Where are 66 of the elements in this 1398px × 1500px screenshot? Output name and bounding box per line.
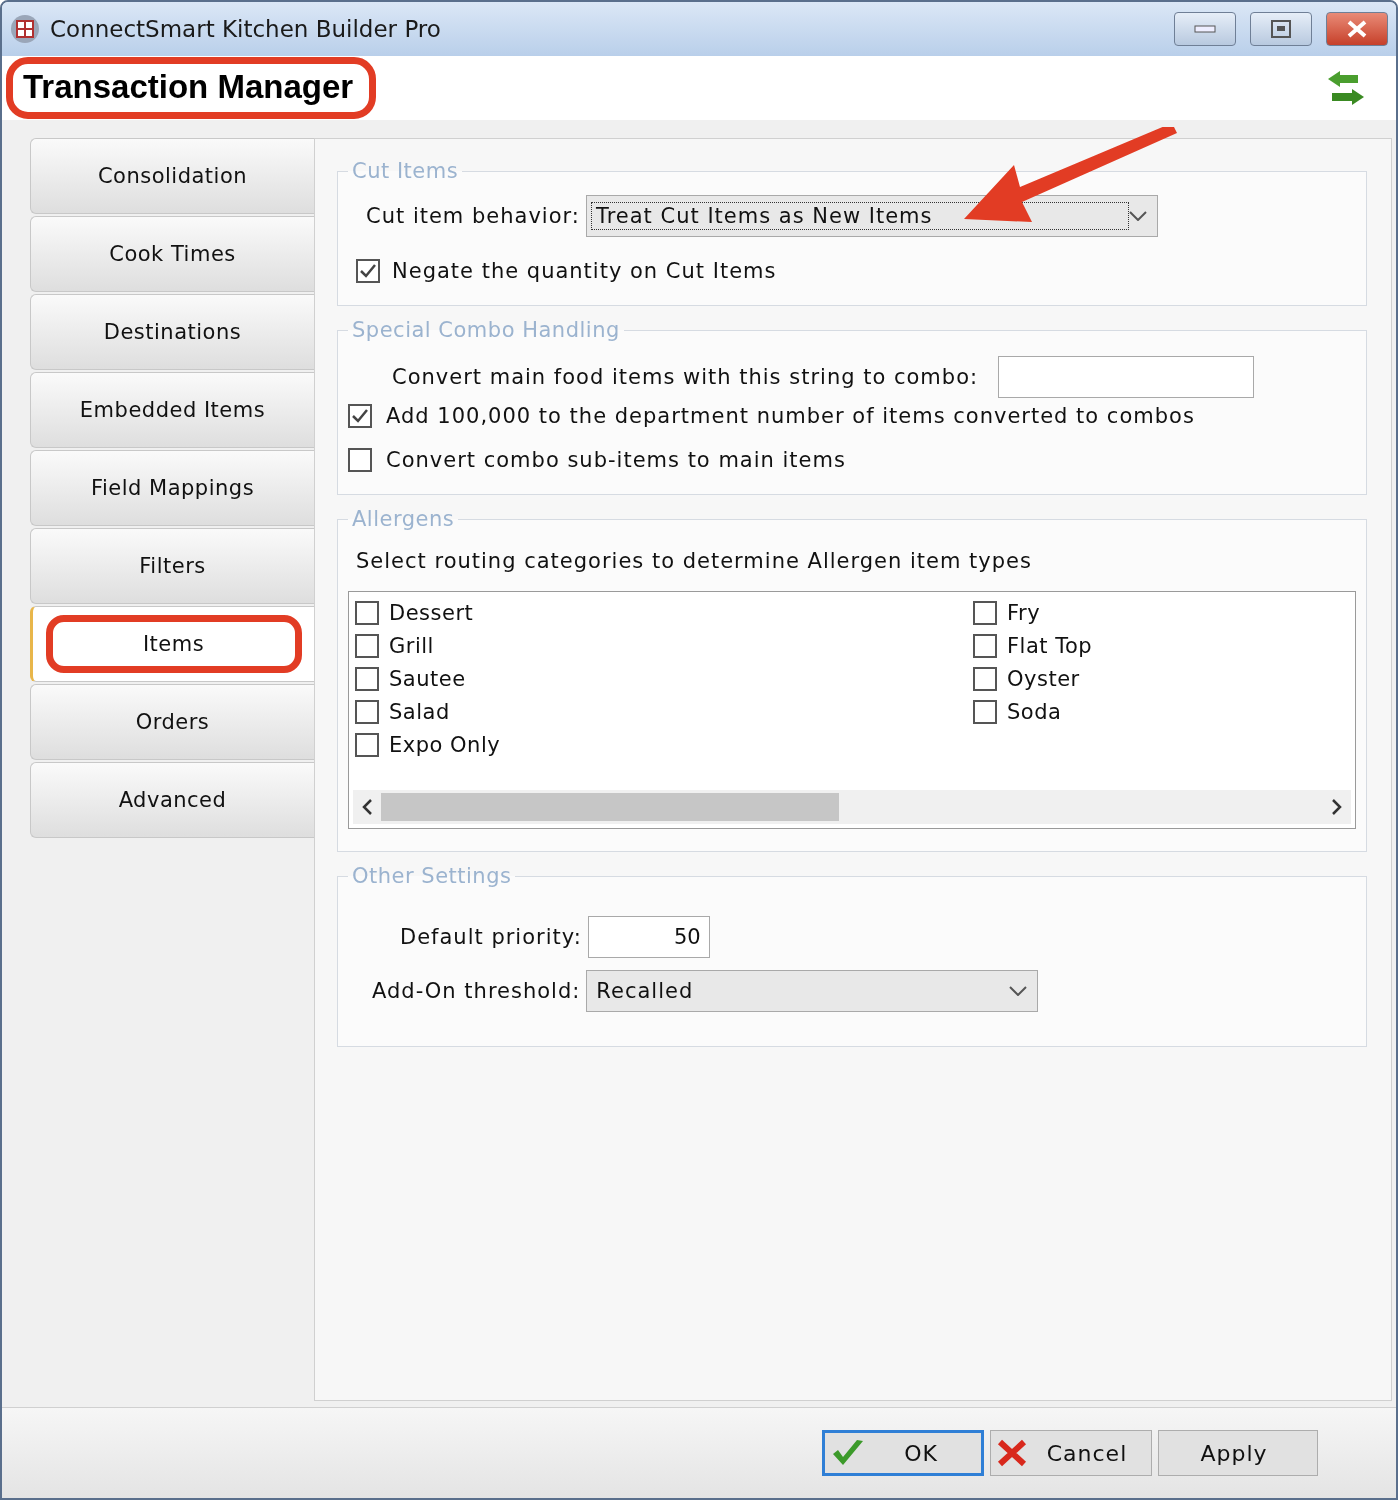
checkbox[interactable] (355, 633, 379, 658)
group-title: Other Settings (351, 864, 513, 888)
checkbox[interactable] (348, 448, 372, 472)
checkbox[interactable] (355, 666, 379, 691)
checkbox-label: Convert combo sub-items to main items (386, 448, 846, 472)
checkbox-label: Negate the quantity on Cut Items (392, 259, 777, 283)
group-title: Special Combo Handling (351, 318, 621, 342)
checkbox[interactable] (973, 699, 997, 724)
minimize-icon (1194, 25, 1216, 33)
window-title: ConnectSmart Kitchen Builder Pro (50, 16, 442, 42)
minimize-button[interactable] (1174, 12, 1236, 46)
category-label: Fry (1007, 600, 1041, 625)
app-icon (10, 14, 40, 44)
maximize-button[interactable] (1250, 12, 1312, 46)
sidebar-tab[interactable]: Destinations (30, 294, 314, 370)
category-label: Salad (389, 699, 450, 724)
chevron-down-icon (1009, 986, 1028, 996)
category-label: Oyster (1007, 666, 1080, 691)
category-label: Flat Top (1007, 633, 1093, 658)
combo-string-field[interactable] (998, 356, 1255, 398)
horizontal-scrollbar[interactable] (353, 790, 1351, 824)
group-title: Allergens (351, 507, 456, 531)
category-label: Grill (389, 633, 434, 658)
category-label: Sautee (389, 666, 466, 691)
sidebar-tab[interactable]: Orders (30, 684, 314, 760)
scroll-thumb[interactable] (381, 793, 839, 821)
category-label: Expo Only (389, 732, 501, 757)
category-label: Dessert (389, 600, 474, 625)
sidebar-tab[interactable]: Filters (30, 528, 314, 604)
field-label: Default priority: (400, 925, 582, 949)
close-icon (1346, 20, 1368, 38)
checkbox-label: Add 100,000 to the department number of items converted to combos (386, 404, 1195, 428)
chevron-left-icon (361, 799, 373, 815)
chevron-down-icon (1128, 211, 1147, 221)
checkbox[interactable] (355, 732, 379, 757)
category-label: Soda (1007, 699, 1062, 724)
dialog-button[interactable]: OK (822, 1430, 984, 1476)
sidebar-tab[interactable]: Embedded Items (30, 372, 314, 448)
instruction-text: Select routing categories to determine Allergen item types (356, 549, 1032, 573)
sidebar-tab[interactable]: Cook Times (30, 216, 314, 292)
sidebar-tab[interactable]: Items (30, 606, 314, 682)
sidebar-tab[interactable]: Field Mappings (30, 450, 314, 526)
checkbox[interactable] (355, 600, 379, 625)
checkbox[interactable] (973, 666, 997, 691)
checkbox[interactable] (973, 633, 997, 658)
close-button[interactable] (1326, 12, 1388, 46)
behavior-dropdown[interactable]: Treat Cut Items as New Items (585, 195, 1158, 237)
maximize-icon (1271, 20, 1291, 38)
close-icon (997, 1439, 1027, 1467)
dialog-button[interactable]: Cancel (990, 1430, 1152, 1476)
threshold-dropdown[interactable]: Recalled (586, 970, 1039, 1012)
group-title: Cut Items (351, 159, 460, 183)
dialog-button[interactable]: Apply (1158, 1430, 1318, 1476)
checkbox[interactable] (356, 259, 380, 283)
swap-arrows-icon[interactable] (1326, 70, 1366, 106)
page-title: Transaction Manager (6, 57, 377, 119)
sidebar-tab[interactable]: Advanced (30, 762, 314, 838)
field-label: Cut item behavior: (366, 204, 580, 228)
chevron-right-icon (1331, 799, 1343, 815)
checkbox[interactable] (973, 600, 997, 625)
checkbox[interactable] (355, 699, 379, 724)
field-label: Add-On threshold: (372, 979, 581, 1003)
field-label: Convert main food items with this string to combo: (392, 365, 979, 389)
sidebar-tab[interactable]: Consolidation (30, 138, 314, 214)
checkbox[interactable] (348, 404, 372, 428)
priority-field[interactable]: 50 (587, 916, 710, 958)
